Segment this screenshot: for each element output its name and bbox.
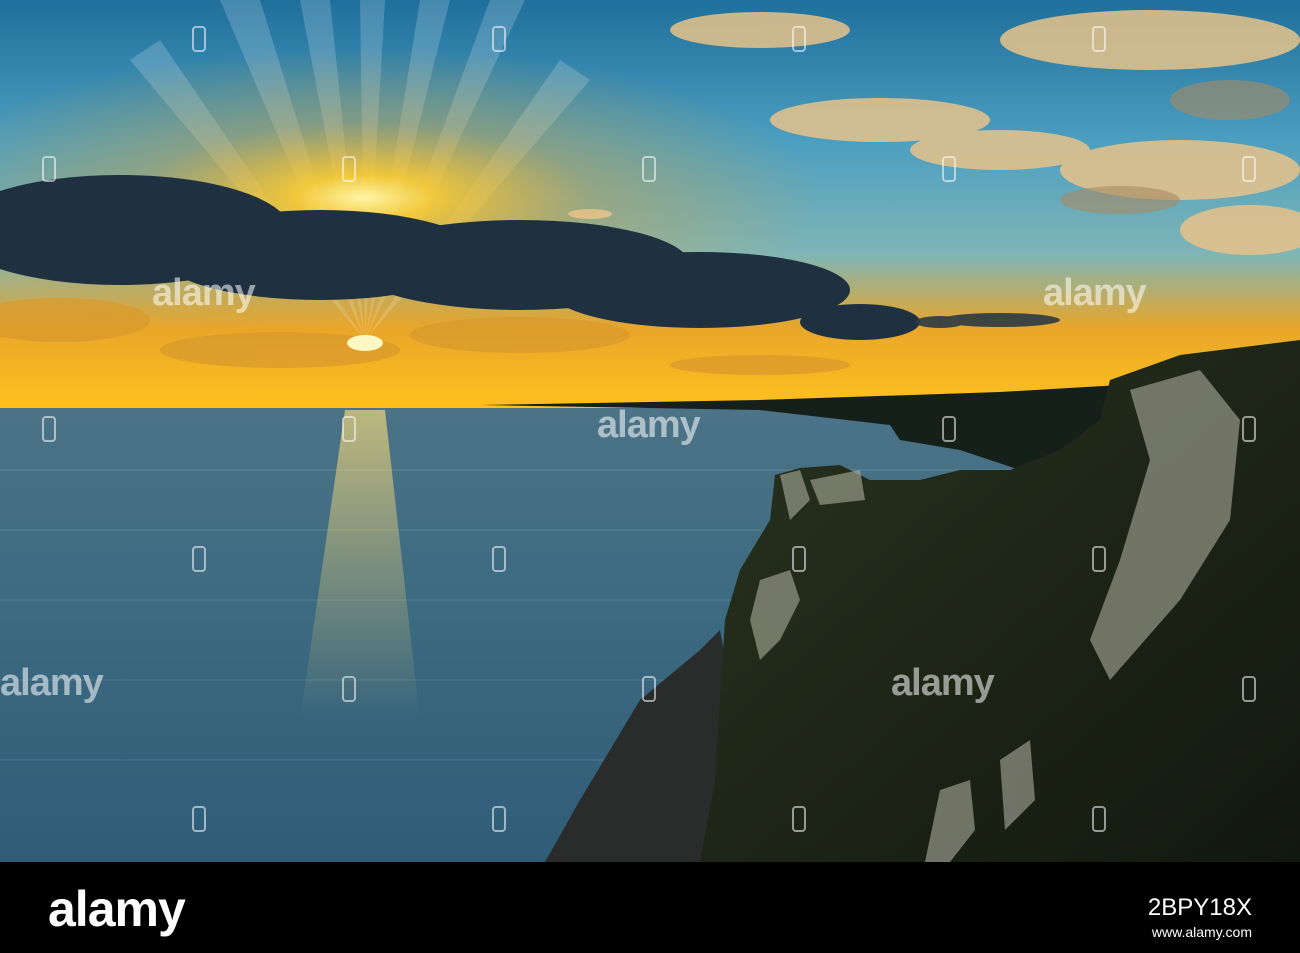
watermark-mark bbox=[192, 546, 206, 572]
watermark-mark bbox=[492, 26, 506, 52]
website-link[interactable]: www.alamy.com bbox=[1152, 924, 1252, 940]
watermark-mark bbox=[342, 416, 356, 442]
watermark-text: alamy bbox=[0, 662, 104, 704]
watermark-mark bbox=[1092, 26, 1106, 52]
watermark-mark bbox=[192, 26, 206, 52]
watermark-mark bbox=[492, 546, 506, 572]
watermark-mark bbox=[792, 26, 806, 52]
watermark-mark bbox=[792, 806, 806, 832]
watermark-text: alamy bbox=[152, 272, 256, 314]
watermark-mark bbox=[1242, 416, 1256, 442]
watermark-text: alamy bbox=[597, 404, 701, 446]
watermark-mark bbox=[642, 676, 656, 702]
image-id: 2BPY18X bbox=[1147, 894, 1252, 921]
watermark-mark bbox=[342, 676, 356, 702]
watermark-mark bbox=[42, 156, 56, 182]
watermark-mark bbox=[792, 546, 806, 572]
watermark-mark bbox=[1092, 546, 1106, 572]
brand-logo: alamy bbox=[48, 881, 186, 937]
watermark-mark bbox=[1242, 676, 1256, 702]
watermark-text: alamy bbox=[891, 662, 995, 704]
watermark-mark bbox=[942, 156, 956, 182]
image-frame: alamy alamy alamy alamy alamy alamy 2BPY… bbox=[0, 0, 1300, 953]
watermark-mark bbox=[42, 416, 56, 442]
watermark-mark bbox=[942, 416, 956, 442]
watermark-mark bbox=[1092, 806, 1106, 832]
watermark-mark bbox=[642, 156, 656, 182]
watermark-mark bbox=[492, 806, 506, 832]
watermark-mark bbox=[1242, 156, 1256, 182]
watermark-mark bbox=[342, 156, 356, 182]
footer-bar: alamy 2BPY18X www.alamy.com bbox=[0, 862, 1300, 953]
watermark-text: alamy bbox=[1043, 272, 1147, 314]
watermark-mark bbox=[192, 806, 206, 832]
